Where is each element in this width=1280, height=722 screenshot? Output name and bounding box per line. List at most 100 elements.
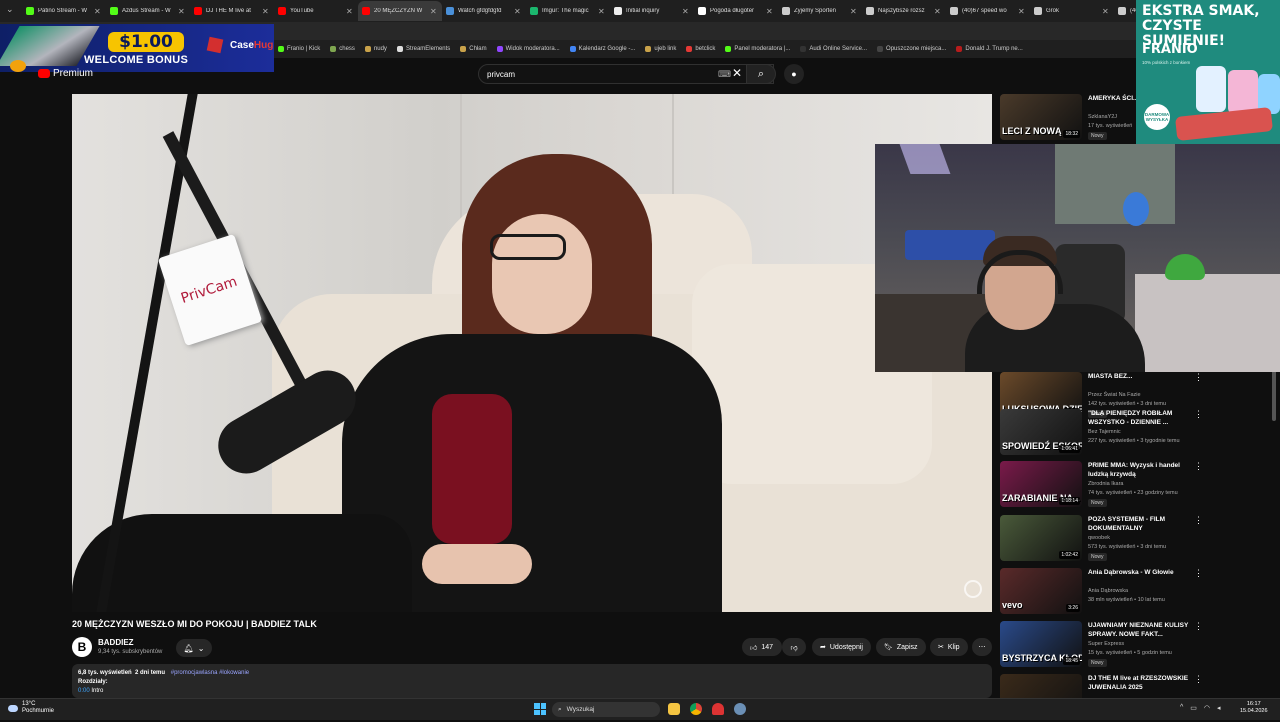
close-tab-icon[interactable]: ✕ <box>430 7 438 16</box>
close-tab-icon[interactable]: ✕ <box>94 7 102 16</box>
clip-button[interactable]: ✂ Klip <box>930 638 968 656</box>
franio-promo[interactable]: EKSTRA SMAK, CZYSTE SUMIENIE! FRANIO 10%… <box>1136 0 1280 144</box>
recommended-video[interactable]: BYSTRZYCA KŁOD...18:45 UJAWNIAMY NIEZNANE… <box>1000 621 1230 669</box>
close-tab-icon[interactable]: ✕ <box>262 7 270 16</box>
close-tab-icon[interactable]: ✕ <box>850 7 858 16</box>
more-options-icon[interactable]: ⋮ <box>1194 515 1203 526</box>
recommended-video[interactable]: SPOWIEDŹ ESKORTKI1:06:41 "DLA PIENIĘDZY R… <box>1000 409 1230 457</box>
keyboard-icon[interactable]: ⌨ <box>718 69 731 80</box>
recommended-channel[interactable]: Ania Dąbrowska <box>1088 588 1128 594</box>
close-tab-icon[interactable]: ✕ <box>1102 7 1110 16</box>
browser-tab[interactable]: Patino Stream - W ✕ <box>22 1 106 21</box>
recommended-title[interactable]: MIASTA BEZ... <box>1088 372 1200 381</box>
recommended-title[interactable]: POZA SYSTEMEM - FILM DOKUMENTALNY <box>1088 515 1200 533</box>
system-tray[interactable]: ^ ▭ ◠ ◂ <box>1180 704 1221 712</box>
recommended-title[interactable]: PRIME MMA: Wyzysk i handel ludzką krzywd… <box>1088 461 1200 479</box>
magnet-app-icon[interactable] <box>712 703 724 715</box>
video-thumbnail[interactable]: LECI Z NOWĄ 18:32 <box>1000 94 1082 140</box>
casehug-ad-banner[interactable]: $1.00 WELCOME BONUS CaseHug <box>0 24 274 72</box>
settings-icon[interactable] <box>734 703 746 715</box>
bookmark-item[interactable]: StreamElements <box>396 46 450 52</box>
dislike-button[interactable]: 👎︎ <box>782 638 806 656</box>
browser-tab[interactable]: DJ THE M live at ✕ <box>190 1 274 21</box>
bookmark-item[interactable]: Opuszczone miejsca... <box>877 46 946 52</box>
channel-name[interactable]: BADDIEZ <box>98 638 134 647</box>
channel-avatar[interactable]: B <box>72 637 92 657</box>
voice-search-button[interactable]: ● <box>784 64 804 84</box>
recommended-video[interactable]: 1:02:42 POZA SYSTEMEM - FILM DOKUMENTALNY… <box>1000 515 1230 563</box>
recommended-video[interactable]: vevo 3:26 Ania Dąbrowska - W Głowie ⋮ Ania D… <box>1000 568 1230 616</box>
close-tab-icon[interactable]: ✕ <box>598 7 606 16</box>
close-tab-icon[interactable]: ✕ <box>178 7 186 16</box>
search-button[interactable]: ⌕ <box>746 64 776 84</box>
browser-tab[interactable]: Najszybsze rozsz ✕ <box>862 1 946 21</box>
more-options-icon[interactable]: ⋮ <box>1194 372 1203 383</box>
close-tab-icon[interactable]: ✕ <box>682 7 690 16</box>
chrome-icon[interactable] <box>690 703 702 715</box>
bookmark-item[interactable]: Chłam <box>460 46 487 52</box>
video-thumbnail[interactable]: vevo 3:26 <box>1000 568 1082 614</box>
start-button[interactable] <box>534 703 546 715</box>
clear-search-icon[interactable]: ✕ <box>732 66 742 80</box>
recommended-title[interactable]: Ania Dąbrowska - W Głowie <box>1088 568 1200 577</box>
volume-icon[interactable]: ◂ <box>1217 704 1221 712</box>
bookmark-item[interactable]: Panel moderatora |... <box>725 46 790 52</box>
close-tab-icon[interactable]: ✕ <box>346 7 354 16</box>
notifications-button[interactable]: 🔔︎ ⌄ <box>176 639 212 657</box>
wifi-icon[interactable]: ◠ <box>1204 704 1210 712</box>
youtube-logo[interactable]: Premium <box>38 68 93 79</box>
recommended-channel[interactable]: Przez Świat Na Fazie <box>1088 392 1141 398</box>
more-options-icon[interactable]: ⋮ <box>1194 568 1203 579</box>
browser-tab[interactable]: Watch gfdgfdgfd ✕ <box>442 1 526 21</box>
bookmark-item[interactable]: Audi Online Service... <box>800 46 867 52</box>
video-thumbnail[interactable]: 1:02:42 <box>1000 515 1082 561</box>
browser-tab[interactable]: Grok ✕ <box>1030 1 1114 21</box>
bookmark-item[interactable]: Donald J. Trump ne... <box>956 46 1023 52</box>
chapter-time[interactable]: 0:00 <box>78 688 90 694</box>
video-thumbnail[interactable]: BYSTRZYCA KŁOD...18:45 <box>1000 621 1082 667</box>
bookmark-item[interactable]: betclick <box>686 46 715 52</box>
bookmark-item[interactable]: nudy <box>364 46 387 52</box>
weather-widget[interactable]: 13°C Pochmurnie <box>8 701 54 715</box>
clock[interactable]: 16:17 15.04.2026 <box>1240 701 1268 715</box>
recommended-channel[interactable]: Super Express <box>1088 641 1124 647</box>
close-tab-icon[interactable]: ✕ <box>766 7 774 16</box>
browser-tab[interactable]: Żyjemy Sporten ✕ <box>778 1 862 21</box>
recommended-title[interactable]: "DLA PIENIĘDZY ROBIŁAM WSZYSTKO - DZIENN… <box>1088 409 1200 427</box>
recommended-channel[interactable]: Bez Tajemnic <box>1088 429 1121 435</box>
close-tab-icon[interactable]: ✕ <box>514 7 522 16</box>
video-player[interactable]: PrivCam <box>72 94 992 612</box>
more-options-icon[interactable]: ⋮ <box>1194 621 1203 632</box>
chapter-entry[interactable]: 0:00 Intro <box>78 687 986 696</box>
recommended-channel[interactable]: SzklanaY2J <box>1088 114 1117 120</box>
recommended-video[interactable]: ZARABIANIE NA... 1:18:14 PRIME MMA: Wyzysk… <box>1000 461 1230 509</box>
more-options-icon[interactable]: ⋮ <box>1194 674 1203 685</box>
taskbar-search[interactable]: ⌕ Wyszukaj <box>552 702 660 717</box>
channel-watermark-icon[interactable] <box>964 580 982 598</box>
recommended-channel[interactable]: qwoobek <box>1088 535 1110 541</box>
bookmark-item[interactable]: Widok moderatora... <box>496 46 560 52</box>
video-description[interactable]: 6,8 tys. wyświetleń 2 dni temu #promocja… <box>72 664 992 698</box>
hashtags[interactable]: #promocjawlasna #lokowanie <box>171 670 249 676</box>
more-actions-button[interactable]: ⋯ <box>972 638 992 656</box>
video-thumbnail[interactable]: ZARABIANIE NA... 1:18:14 <box>1000 461 1082 507</box>
recommended-channel[interactable]: Zbrodnia Ikara <box>1088 481 1123 487</box>
tab-list-icon[interactable]: ⌄ <box>6 4 14 15</box>
file-explorer-icon[interactable] <box>668 703 680 715</box>
browser-tab[interactable]: Imgur: The magic ✕ <box>526 1 610 21</box>
share-button[interactable]: ➦ Udostępnij <box>812 638 871 656</box>
recommended-title[interactable]: DJ THE M live at RZESZOWSKIE JUWENALIA 2… <box>1088 674 1200 692</box>
recommended-title[interactable]: UJAWNIAMY NIEZNANE KULISY SPRAWY. NOWE F… <box>1088 621 1200 639</box>
like-button[interactable]: 👍︎ 147 <box>742 638 782 656</box>
browser-tab[interactable]: (40)67 speed wo ✕ <box>946 1 1030 21</box>
bookmark-item[interactable]: chess <box>330 46 355 52</box>
browser-tab[interactable]: Pogoda długoter ✕ <box>694 1 778 21</box>
more-options-icon[interactable]: ⋮ <box>1194 409 1203 420</box>
bookmark-item[interactable]: ujeb link <box>645 46 676 52</box>
browser-tab[interactable]: 20 MĘŻCZYZN W ✕ <box>358 1 442 21</box>
chevron-up-icon[interactable]: ^ <box>1180 704 1183 712</box>
bookmark-item[interactable]: Franio | Kick <box>278 46 320 52</box>
close-tab-icon[interactable]: ✕ <box>1018 7 1026 16</box>
browser-tab[interactable]: YouTube ✕ <box>274 1 358 21</box>
display-icon[interactable]: ▭ <box>1190 704 1197 712</box>
